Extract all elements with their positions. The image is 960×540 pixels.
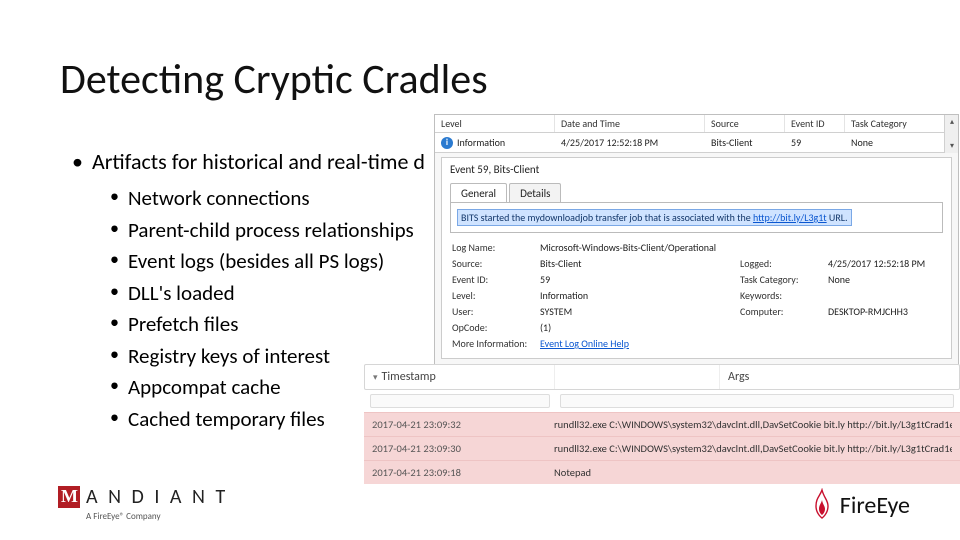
chevron-down-icon: ▾ <box>373 372 378 383</box>
forensic-table: ▾ Timestamp Args 2017-04-21 23:09:32 rund… <box>364 364 960 484</box>
cell-source: Bits-Client <box>705 134 785 151</box>
cell-args: Notepad <box>554 466 952 479</box>
bullet-item: Parent-child process relationships <box>110 215 425 247</box>
event-message[interactable]: BITS started the mydownloadjob transfer … <box>457 209 852 226</box>
lbl-logged: Logged: <box>740 257 828 270</box>
lbl-keywords: Keywords: <box>740 289 828 302</box>
event-detail-pane: Event 59, Bits-Client General Details BI… <box>441 157 952 359</box>
scroll-down-icon[interactable]: ▾ <box>945 139 959 153</box>
val-logname: Microsoft-Windows-Bits-Client/Operationa… <box>540 241 958 254</box>
event-message-link[interactable]: http://bit.ly/L3g1t <box>753 211 827 224</box>
col-args[interactable]: Args <box>719 365 959 389</box>
fireeye-wordmark: FireEye <box>840 491 910 520</box>
val-task: None <box>828 273 958 286</box>
lbl-eventid: Event ID: <box>452 273 540 286</box>
event-message-pre: BITS started the mydownloadjob transfer … <box>461 211 753 224</box>
tab-details[interactable]: Details <box>509 183 561 202</box>
col-datetime[interactable]: Date and Time <box>555 115 705 132</box>
bullet-item: Event logs (besides all PS logs) <box>110 246 425 278</box>
val-keywords <box>828 289 958 302</box>
cell-args: rundll32.exe C:\WINDOWS\system32\davclnt… <box>554 418 952 431</box>
val-computer: DESKTOP-RMJCHH3 <box>828 305 958 318</box>
val-logged: 4/25/2017 12:52:18 PM <box>828 257 958 270</box>
event-viewer-window: Level Date and Time Source Event ID Task… <box>434 114 959 366</box>
event-properties-grid: Log Name: Microsoft-Windows-Bits-Client/… <box>452 241 941 350</box>
lbl-user: User: <box>452 305 540 318</box>
cell-args: rundll32.exe C:\WINDOWS\system32\davclnt… <box>554 442 952 455</box>
bullet-item: DLL's loaded <box>110 278 425 310</box>
forensic-filter-row <box>364 390 960 412</box>
mandiant-logo: A N D I A N T A FireEye® Company <box>58 485 228 522</box>
val-level: Information <box>540 289 740 302</box>
cell-timestamp: 2017-04-21 23:09:32 <box>372 418 554 431</box>
val-user: SYSTEM <box>540 305 740 318</box>
forensic-header: ▾ Timestamp Args <box>364 364 960 390</box>
col-level[interactable]: Level <box>435 115 555 132</box>
col-taskcat[interactable]: Task Category <box>845 115 958 132</box>
col-eventid[interactable]: Event ID <box>785 115 845 132</box>
lbl-level: Level: <box>452 289 540 302</box>
event-list-header: Level Date and Time Source Event ID Task… <box>435 115 958 133</box>
event-list-scrollbar[interactable]: ▴ ▾ <box>944 115 958 153</box>
cell-eventid: 59 <box>785 134 845 151</box>
col-timestamp-label: Timestamp <box>382 370 436 384</box>
forensic-row[interactable]: 2017-04-21 23:09:32 rundll32.exe C:\WIND… <box>364 412 960 436</box>
lbl-logname: Log Name: <box>452 241 540 254</box>
lbl-task: Task Category: <box>740 273 828 286</box>
lbl-computer: Computer: <box>740 305 828 318</box>
cell-timestamp: 2017-04-21 23:09:18 <box>372 466 554 479</box>
filter-args[interactable] <box>560 394 954 408</box>
event-list-row[interactable]: i Information 4/25/2017 12:52:18 PM Bits… <box>435 133 958 153</box>
link-event-log-help[interactable]: Event Log Online Help <box>540 337 958 350</box>
col-source[interactable]: Source <box>705 115 785 132</box>
mandiant-mark-icon <box>58 486 80 508</box>
lbl-opcode: OpCode: <box>452 321 540 334</box>
cell-level: Information <box>457 136 505 149</box>
forensic-row[interactable]: 2017-04-21 23:09:18 Notepad <box>364 460 960 484</box>
bullet-top: Artifacts for historical and real-time d <box>72 145 425 179</box>
flame-icon <box>810 488 834 522</box>
col-args-label: Args <box>728 370 749 384</box>
event-message-post: URL. <box>827 211 848 224</box>
val-eventid: 59 <box>540 273 740 286</box>
cell-task: None <box>845 134 958 151</box>
info-icon: i <box>441 137 453 149</box>
forensic-row[interactable]: 2017-04-21 23:09:30 rundll32.exe C:\WIND… <box>364 436 960 460</box>
col-timestamp[interactable]: ▾ Timestamp <box>365 365 555 389</box>
scroll-up-icon[interactable]: ▴ <box>945 115 959 129</box>
tab-general[interactable]: General <box>450 183 507 202</box>
lbl-source: Source: <box>452 257 540 270</box>
lbl-moreinfo: More Information: <box>452 337 540 350</box>
slide-title: Detecting Cryptic Cradles <box>60 54 488 105</box>
event-detail-title: Event 59, Bits-Client <box>442 160 951 179</box>
bullet-item: Prefetch files <box>110 309 425 341</box>
cell-datetime: 4/25/2017 12:52:18 PM <box>555 134 705 151</box>
val-source: Bits-Client <box>540 257 740 270</box>
event-message-box: BITS started the mydownloadjob transfer … <box>450 202 943 233</box>
mandiant-wordmark: A N D I A N T <box>86 485 228 509</box>
fireeye-logo: FireEye <box>810 488 910 522</box>
mandiant-subtitle: A FireEye® Company <box>86 511 228 522</box>
val-opcode: (1) <box>540 321 958 334</box>
cell-timestamp: 2017-04-21 23:09:30 <box>372 442 554 455</box>
bullet-item: Network connections <box>110 183 425 215</box>
filter-timestamp[interactable] <box>370 394 550 408</box>
